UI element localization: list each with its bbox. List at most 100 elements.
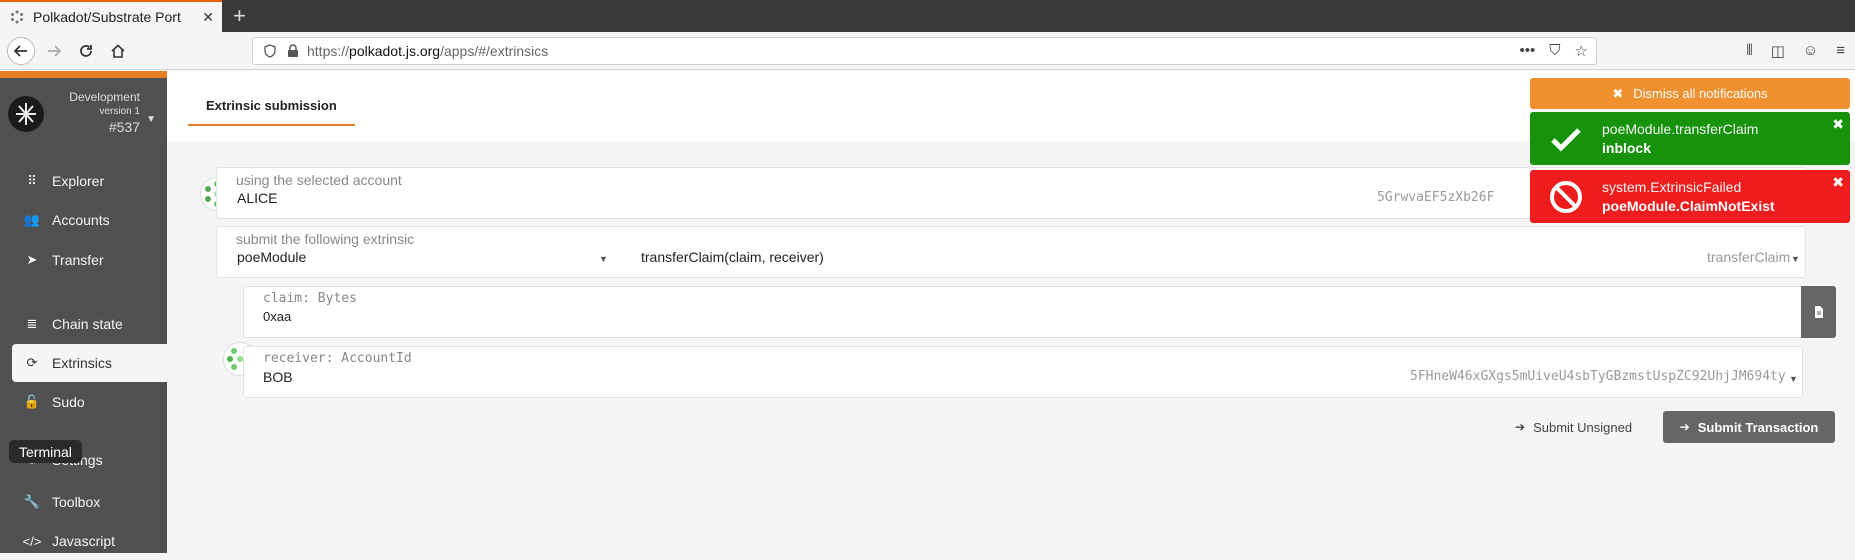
- home-icon: [111, 44, 125, 58]
- notification-title: poeModule.transferClaim: [1602, 121, 1759, 137]
- bookmark-star-icon[interactable]: ☆: [1575, 42, 1588, 60]
- sidebar: Development version 1 #537 ▼ ⠿ Explorer …: [0, 71, 167, 553]
- reload-icon: [80, 45, 92, 57]
- notification-error: system.ExtrinsicFailed poeModule.ClaimNo…: [1530, 170, 1850, 223]
- explorer-icon: ⠿: [27, 173, 37, 188]
- sidebar-item-chain-state[interactable]: ≣ Chain state: [12, 305, 167, 343]
- sidebar-item-label: Javascript: [52, 533, 116, 549]
- sidebar-item-label: Toolbox: [52, 494, 101, 510]
- polkadot-favicon-icon: [11, 10, 23, 24]
- sidebar-item-label: Chain state: [52, 316, 123, 332]
- account-name: ALICE: [237, 190, 278, 206]
- sidebar-item-label: Extrinsics: [52, 355, 112, 371]
- account-label: using the selected account: [236, 172, 402, 188]
- submit-transaction-button[interactable]: ➔ Submit Transaction: [1663, 411, 1835, 443]
- ban-icon: [1550, 181, 1582, 213]
- sign-in-icon: ➔: [1515, 420, 1526, 434]
- sign-in-icon: ➔: [1679, 420, 1690, 434]
- receiver-field[interactable]: receiver: AccountId BOB 5FHneW46xGXgs5mU…: [243, 346, 1803, 398]
- notification-success: poeModule.transferClaim inblock ✖: [1530, 112, 1850, 165]
- terminal-tooltip: Terminal: [9, 440, 82, 463]
- notification-title: system.ExtrinsicFailed: [1602, 179, 1742, 195]
- chain-name: Development: [69, 90, 140, 104]
- sidebar-item-label: Explorer: [52, 173, 105, 189]
- sidebar-item-explorer[interactable]: ⠿ Explorer: [12, 162, 167, 200]
- sidebar-item-toolbox[interactable]: 🔧 Toolbox: [12, 483, 167, 521]
- database-icon: ≣: [26, 316, 38, 331]
- dismiss-label: Dismiss all notifications: [1633, 86, 1768, 101]
- browser-toolbar: ⫴ ◫ ☺ ≡: [1746, 42, 1845, 60]
- back-button[interactable]: [7, 37, 35, 65]
- pocket-icon[interactable]: ⛉: [1549, 42, 1560, 60]
- call-short-name: transferClaim: [1707, 249, 1791, 265]
- check-icon: [1551, 128, 1581, 152]
- chevron-down-icon[interactable]: ▼: [1791, 254, 1800, 264]
- arrow-right-icon: [48, 45, 62, 57]
- chevron-down-icon: ▼: [146, 114, 156, 125]
- sync-icon: ⟳: [26, 355, 38, 370]
- sidebar-item-label: Accounts: [52, 212, 110, 228]
- chevron-down-icon[interactable]: ▼: [599, 254, 608, 264]
- receiver-address: 5FHneW46xGXgs5mUiveU4sbTyGBzmstUspZC92Uh…: [1410, 369, 1786, 384]
- close-tab-icon[interactable]: ✕: [202, 9, 214, 26]
- file-icon: [1814, 306, 1823, 318]
- close-icon: ✖: [1612, 85, 1624, 101]
- sidebar-item-accounts[interactable]: 👥 Accounts: [12, 201, 167, 239]
- sidebar-item-extrinsics[interactable]: ⟳ Extrinsics: [12, 344, 167, 382]
- forward-button[interactable]: [40, 37, 68, 65]
- browser-tab-strip: Polkadot/Substrate Port ✕ +: [0, 0, 1855, 32]
- sidebar-item-label: Transfer: [52, 252, 104, 268]
- chain-block-number: #537: [108, 119, 140, 135]
- account-address: 5GrwvaEF5zXb26F: [1377, 190, 1495, 205]
- reload-button[interactable]: [72, 37, 100, 65]
- page-actions-icon[interactable]: •••: [1520, 42, 1536, 60]
- dismiss-all-notifications-button[interactable]: ✖ Dismiss all notifications: [1530, 78, 1850, 109]
- notification-status: poeModule.ClaimNotExist: [1602, 198, 1775, 214]
- extrinsic-selector: submit the following extrinsic poeModule…: [216, 226, 1806, 278]
- home-button[interactable]: [104, 37, 132, 65]
- extrinsic-label: submit the following extrinsic: [236, 231, 415, 247]
- chain-version: version 1: [99, 106, 140, 117]
- submit-unsigned-button[interactable]: ➔ Submit Unsigned: [1515, 411, 1632, 443]
- browser-tab-title: Polkadot/Substrate Port: [33, 9, 181, 25]
- browser-tab[interactable]: Polkadot/Substrate Port ✕: [0, 0, 222, 32]
- unlock-icon: 🔓: [23, 394, 41, 409]
- claim-field[interactable]: claim: Bytes 0xaa: [243, 286, 1803, 338]
- claim-label: claim: Bytes: [263, 291, 357, 306]
- users-icon: 👥: [23, 212, 41, 227]
- chain-selector[interactable]: Development version 1 #537 ▼: [0, 78, 167, 150]
- new-tab-button[interactable]: +: [233, 3, 246, 29]
- tab-extrinsic-submission[interactable]: Extrinsic submission: [188, 87, 355, 126]
- wrench-icon: 🔧: [23, 494, 41, 509]
- code-icon: </>: [22, 533, 42, 549]
- hamburger-menu-icon[interactable]: ≡: [1836, 42, 1845, 60]
- sidebar-item-label: Sudo: [52, 394, 85, 410]
- url-text[interactable]: https://polkadot.js.org/apps/#/extrinsic…: [307, 43, 548, 59]
- sidebar-item-sudo[interactable]: 🔓 Sudo: [12, 383, 167, 421]
- submit-transaction-label: Submit Transaction: [1697, 419, 1819, 435]
- call-dropdown[interactable]: transferClaim(claim, receiver): [641, 249, 824, 265]
- sidebar-item-transfer[interactable]: ➤ Transfer: [12, 241, 167, 279]
- browser-navbar: https://polkadot.js.org/apps/#/extrinsic…: [0, 32, 1855, 70]
- sidebar-item-javascript[interactable]: </> Javascript: [12, 522, 167, 560]
- file-upload-button[interactable]: [1801, 286, 1836, 338]
- close-icon[interactable]: ✖: [1832, 116, 1844, 133]
- address-bar[interactable]: https://polkadot.js.org/apps/#/extrinsic…: [252, 37, 1597, 65]
- chevron-down-icon[interactable]: ▼: [1789, 374, 1798, 384]
- url-actions: ••• ⛉ ☆: [1520, 42, 1588, 60]
- sidebar-toggle-icon[interactable]: ◫: [1771, 42, 1785, 60]
- claim-input[interactable]: 0xaa: [263, 309, 291, 324]
- receiver-label: receiver: AccountId: [263, 351, 412, 366]
- chain-logo-icon: [8, 96, 44, 132]
- module-dropdown[interactable]: poeModule: [237, 249, 306, 265]
- lock-icon[interactable]: [287, 44, 299, 58]
- arrow-left-icon: [13, 45, 27, 57]
- notification-status: inblock: [1602, 140, 1652, 156]
- submit-unsigned-label: Submit Unsigned: [1533, 419, 1633, 435]
- account-icon[interactable]: ☺: [1803, 42, 1818, 60]
- send-icon: ➤: [26, 252, 38, 267]
- receiver-name: BOB: [263, 369, 293, 385]
- library-icon[interactable]: ⫴: [1746, 42, 1752, 60]
- shield-icon[interactable]: [263, 44, 277, 58]
- close-icon[interactable]: ✖: [1832, 174, 1844, 191]
